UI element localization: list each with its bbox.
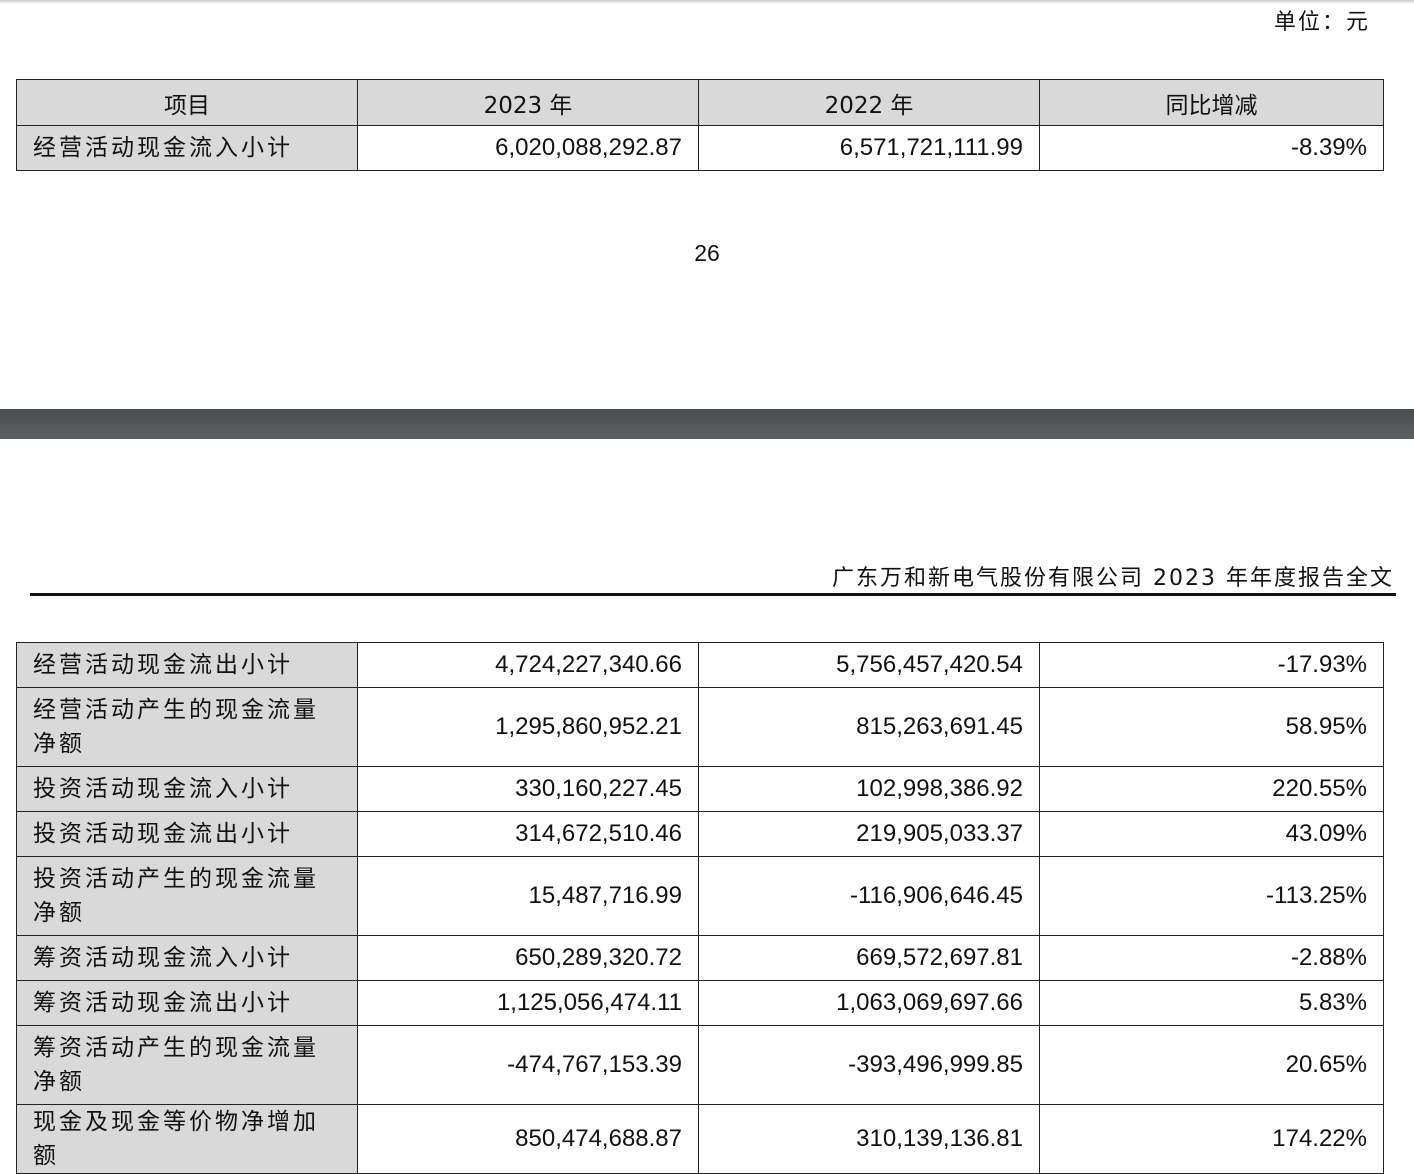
row-label: 筹资活动现金流出小计 — [16, 980, 358, 1026]
value-2023: 6,020,088,292.87 — [357, 125, 699, 171]
value-2023: 850,474,688.87 — [357, 1104, 699, 1174]
page-break-bar — [0, 409, 1414, 439]
report-header: 广东万和新电气股份有限公司 2023 年年度报告全文 — [832, 566, 1394, 591]
table-row: 投资活动现金流入小计 330,160,227.45 102,998,386.92… — [16, 766, 1384, 812]
value-2022: 1,063,069,697.66 — [698, 980, 1040, 1026]
value-2023: 330,160,227.45 — [357, 766, 699, 812]
value-2022: 6,571,721,111.99 — [698, 125, 1040, 171]
page-number: 26 — [694, 240, 720, 266]
header-2023: 2023 年 — [357, 79, 699, 126]
value-2022: 310,139,136.81 — [698, 1104, 1040, 1174]
value-2023: 15,487,716.99 — [357, 856, 699, 936]
value-change: -2.88% — [1039, 935, 1384, 981]
table-row: 筹资活动产生的现金流量净额 -474,767,153.39 -393,496,9… — [16, 1025, 1384, 1105]
value-change: 174.22% — [1039, 1104, 1384, 1174]
row-label: 投资活动现金流入小计 — [16, 766, 358, 812]
table-row: 投资活动产生的现金流量净额 15,487,716.99 -116,906,646… — [16, 856, 1384, 936]
value-change: -17.93% — [1039, 642, 1384, 688]
value-change: 5.83% — [1039, 980, 1384, 1026]
table-row: 现金及现金等价物净增加额 850,474,688.87 310,139,136.… — [16, 1104, 1384, 1174]
value-2023: 314,672,510.46 — [357, 811, 699, 857]
value-2022: 815,263,691.45 — [698, 687, 1040, 767]
row-label: 投资活动现金流出小计 — [16, 811, 358, 857]
table-row: 经营活动现金流出小计 4,724,227,340.66 5,756,457,42… — [16, 642, 1384, 688]
page-top-edge — [0, 0, 1414, 4]
cash-flow-table-bottom: 经营活动现金流出小计 4,724,227,340.66 5,756,457,42… — [16, 642, 1384, 1174]
header-rule — [30, 593, 1396, 596]
value-2023: 1,295,860,952.21 — [357, 687, 699, 767]
row-label: 筹资活动产生的现金流量净额 — [16, 1025, 358, 1105]
value-2022: 669,572,697.81 — [698, 935, 1040, 981]
value-2023: 650,289,320.72 — [357, 935, 699, 981]
value-2022: -393,496,999.85 — [698, 1025, 1040, 1105]
value-2022: 219,905,033.37 — [698, 811, 1040, 857]
value-2022: 5,756,457,420.54 — [698, 642, 1040, 688]
unit-label: 单位：元 — [1273, 10, 1370, 35]
value-2023: -474,767,153.39 — [357, 1025, 699, 1105]
header-2022: 2022 年 — [698, 79, 1040, 126]
value-2023: 1,125,056,474.11 — [357, 980, 699, 1026]
header-change: 同比增减 — [1039, 79, 1384, 126]
value-change: 58.95% — [1039, 687, 1384, 767]
row-label: 经营活动现金流入小计 — [16, 125, 358, 171]
table-header-row: 项目 2023 年 2022 年 同比增减 — [16, 79, 1384, 126]
table-row: 筹资活动现金流入小计 650,289,320.72 669,572,697.81… — [16, 935, 1384, 981]
header-item: 项目 — [16, 79, 358, 126]
table-row: 经营活动产生的现金流量净额 1,295,860,952.21 815,263,6… — [16, 687, 1384, 767]
value-change: 220.55% — [1039, 766, 1384, 812]
value-change: -8.39% — [1039, 125, 1384, 171]
table-row: 投资活动现金流出小计 314,672,510.46 219,905,033.37… — [16, 811, 1384, 857]
value-change: 20.65% — [1039, 1025, 1384, 1105]
table-row: 筹资活动现金流出小计 1,125,056,474.11 1,063,069,69… — [16, 980, 1384, 1026]
row-label: 投资活动产生的现金流量净额 — [16, 856, 358, 936]
value-2022: -116,906,646.45 — [698, 856, 1040, 936]
value-2023: 4,724,227,340.66 — [357, 642, 699, 688]
table-row: 经营活动现金流入小计 6,020,088,292.87 6,571,721,11… — [16, 125, 1384, 171]
row-label: 现金及现金等价物净增加额 — [16, 1104, 358, 1174]
cash-flow-table-top: 项目 2023 年 2022 年 同比增减 经营活动现金流入小计 6,020,0… — [16, 79, 1384, 171]
row-label: 筹资活动现金流入小计 — [16, 935, 358, 981]
value-2022: 102,998,386.92 — [698, 766, 1040, 812]
value-change: 43.09% — [1039, 811, 1384, 857]
row-label: 经营活动产生的现金流量净额 — [16, 687, 358, 767]
value-change: -113.25% — [1039, 856, 1384, 936]
row-label: 经营活动现金流出小计 — [16, 642, 358, 688]
